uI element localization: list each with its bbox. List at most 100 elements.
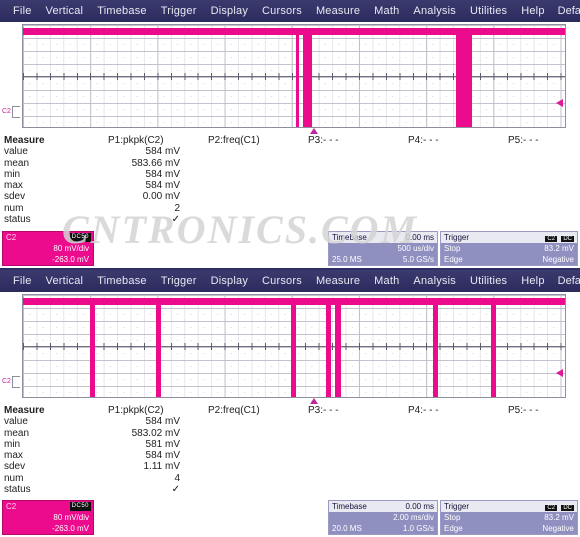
menu-item-analysis[interactable]: Analysis bbox=[406, 270, 463, 292]
measure-col-p1[interactable]: P1:pkpk(C2) bbox=[90, 135, 190, 146]
menu-item-math[interactable]: Math bbox=[367, 0, 406, 22]
row-label-mean: mean bbox=[4, 157, 30, 169]
trigger-row-type: Edge Negative bbox=[441, 254, 577, 265]
timebase-box-top[interactable]: Timebase 0.00 ms 500 us/div 25.0 MS 5.0 … bbox=[328, 231, 438, 266]
trigger-level: 83.2 mV bbox=[544, 513, 574, 522]
row-label-max: max bbox=[4, 180, 23, 192]
trace-pulse bbox=[290, 301, 297, 397]
measure-row-value-top: value 584 mV bbox=[4, 146, 580, 157]
channel-badge-offset: -263.0 mV bbox=[52, 524, 89, 533]
channel-badge-coupling: DC50 bbox=[69, 502, 91, 511]
measure-col-p2[interactable]: P2:freq(C1) bbox=[190, 405, 290, 416]
measure-row-value-bottom: value 584 mV bbox=[4, 416, 580, 427]
channel-badge-name: C2 bbox=[6, 233, 17, 242]
measure-col-p2[interactable]: P2:freq(C1) bbox=[190, 135, 290, 146]
measure-col-p1[interactable]: P1:pkpk(C2) bbox=[90, 405, 190, 416]
waveform-graticule-bottom[interactable] bbox=[22, 294, 566, 398]
menu-item-utilities[interactable]: Utilities bbox=[463, 270, 514, 292]
empty-cells bbox=[190, 461, 580, 472]
channel-badge-c2-bottom[interactable]: C2 DC50 80 mV/div -263.0 mV bbox=[2, 500, 94, 535]
channel-bracket-bottom bbox=[12, 376, 20, 388]
menu-item-file[interactable]: File bbox=[6, 0, 39, 22]
measure-title: Measure bbox=[4, 135, 45, 146]
p1-num: 2 bbox=[174, 202, 180, 214]
trigger-type: Edge bbox=[444, 255, 463, 264]
row-label-min: min bbox=[4, 438, 21, 450]
p1-status-check-icon: ✓ bbox=[171, 214, 180, 226]
row-label-num: num bbox=[4, 202, 24, 214]
menu-item-file[interactable]: File bbox=[6, 270, 39, 292]
menu-item-utilities[interactable]: Utilities bbox=[463, 0, 514, 22]
measure-header-row-bottom: Measure P1:pkpk(C2) P2:freq(C1) P3:- - -… bbox=[4, 405, 580, 416]
empty-cells bbox=[190, 191, 580, 202]
offset-marker-right-top[interactable] bbox=[556, 99, 563, 107]
timebase-delay: 0.00 ms bbox=[405, 233, 434, 242]
row-label-status: status bbox=[4, 214, 31, 226]
p1-mean: 583.02 mV bbox=[131, 427, 180, 439]
row-label-status: status bbox=[4, 484, 31, 496]
empty-cells bbox=[190, 439, 580, 450]
empty-cells bbox=[190, 473, 580, 484]
measure-row-sdev-top: sdev 0.00 mV bbox=[4, 191, 580, 202]
trigger-box-top[interactable]: Trigger C2 DC Stop 83.2 mV Edge Negative bbox=[440, 231, 578, 266]
measure-col-p5[interactable]: P5:- - - bbox=[490, 405, 580, 416]
measure-col-p3[interactable]: P3:- - - bbox=[290, 135, 390, 146]
measure-col-p3[interactable]: P3:- - - bbox=[290, 405, 390, 416]
menu-item-timebase[interactable]: Timebase bbox=[90, 270, 154, 292]
trigger-source-coupling: C2 DC bbox=[543, 501, 574, 512]
menu-item-measure[interactable]: Measure bbox=[309, 0, 367, 22]
measure-table-bottom: Measure P1:pkpk(C2) P2:freq(C1) P3:- - -… bbox=[4, 405, 580, 495]
menu-item-help[interactable]: Help bbox=[514, 270, 551, 292]
menu-item-cursors[interactable]: Cursors bbox=[255, 270, 309, 292]
default-setup-button[interactable]: Default bbox=[552, 5, 580, 17]
menu-item-vertical[interactable]: Vertical bbox=[39, 270, 91, 292]
graticule-area-top: C2 bbox=[0, 24, 580, 134]
channel-marker-c2-top: C2 bbox=[2, 108, 11, 115]
menu-item-trigger[interactable]: Trigger bbox=[154, 270, 204, 292]
trace-top-band bbox=[23, 28, 565, 36]
trigger-row-type: Edge Negative bbox=[441, 523, 577, 534]
measure-row-min-top: min 584 mV bbox=[4, 169, 580, 180]
oscilloscope-panel-top: File Vertical Timebase Trigger Display C… bbox=[0, 0, 580, 268]
menu-item-measure[interactable]: Measure bbox=[309, 270, 367, 292]
p1-status-check-icon: ✓ bbox=[171, 484, 180, 496]
row-label-sdev: sdev bbox=[4, 461, 26, 473]
row-label-min: min bbox=[4, 168, 21, 180]
trigger-row-state: Stop 83.2 mV bbox=[441, 243, 577, 254]
timebase-box-bottom[interactable]: Timebase 0.00 ms 2.00 ms/div 20.0 MS 1.0… bbox=[328, 500, 438, 535]
measure-col-p4[interactable]: P4:- - - bbox=[390, 405, 490, 416]
offset-marker-right-bottom[interactable] bbox=[556, 369, 563, 377]
measure-row-min-bottom: min 581 mV bbox=[4, 439, 580, 450]
menu-item-analysis[interactable]: Analysis bbox=[406, 0, 463, 22]
measure-row-mean-bottom: mean 583.02 mV bbox=[4, 428, 580, 439]
default-setup-button[interactable]: Default bbox=[552, 275, 580, 287]
menu-item-cursors[interactable]: Cursors bbox=[255, 0, 309, 22]
trigger-box-bottom[interactable]: Trigger C2 DC Stop 83.2 mV Edge Negative bbox=[440, 500, 578, 535]
measure-col-p5[interactable]: P5:- - - bbox=[490, 135, 580, 146]
trigger-source: C2 bbox=[545, 236, 558, 242]
menu-bar-top: File Vertical Timebase Trigger Display C… bbox=[0, 0, 580, 22]
measure-row-max-bottom: max 584 mV bbox=[4, 450, 580, 461]
measure-col-p4[interactable]: P4:- - - bbox=[390, 135, 490, 146]
timebase-scale: 500 us/div bbox=[397, 244, 434, 253]
waveform-graticule-top[interactable] bbox=[22, 24, 566, 128]
measure-row-mean-top: mean 583.66 mV bbox=[4, 158, 580, 169]
menu-item-display[interactable]: Display bbox=[204, 0, 255, 22]
menu-item-vertical[interactable]: Vertical bbox=[39, 0, 91, 22]
menu-item-timebase[interactable]: Timebase bbox=[90, 0, 154, 22]
menu-item-trigger[interactable]: Trigger bbox=[154, 0, 204, 22]
menu-item-display[interactable]: Display bbox=[204, 270, 255, 292]
empty-cells bbox=[190, 214, 580, 225]
trigger-state: Stop bbox=[444, 513, 461, 522]
trigger-source: C2 bbox=[545, 505, 558, 511]
menu-item-math[interactable]: Math bbox=[367, 270, 406, 292]
measurement-table-top: Measure P1:pkpk(C2) P2:freq(C1) P3:- - -… bbox=[0, 132, 580, 230]
waveform-trace-c2-top bbox=[23, 25, 565, 127]
trace-pulse bbox=[325, 301, 331, 397]
trigger-slope: Negative bbox=[542, 255, 574, 264]
channel-badge-c2-top[interactable]: C2 DC50 80 mV/div -263.0 mV bbox=[2, 231, 94, 266]
p1-num: 4 bbox=[174, 472, 180, 484]
channel-badge-coupling: DC50 bbox=[69, 233, 91, 242]
menu-item-help[interactable]: Help bbox=[514, 0, 551, 22]
trigger-title: Trigger bbox=[444, 502, 470, 511]
